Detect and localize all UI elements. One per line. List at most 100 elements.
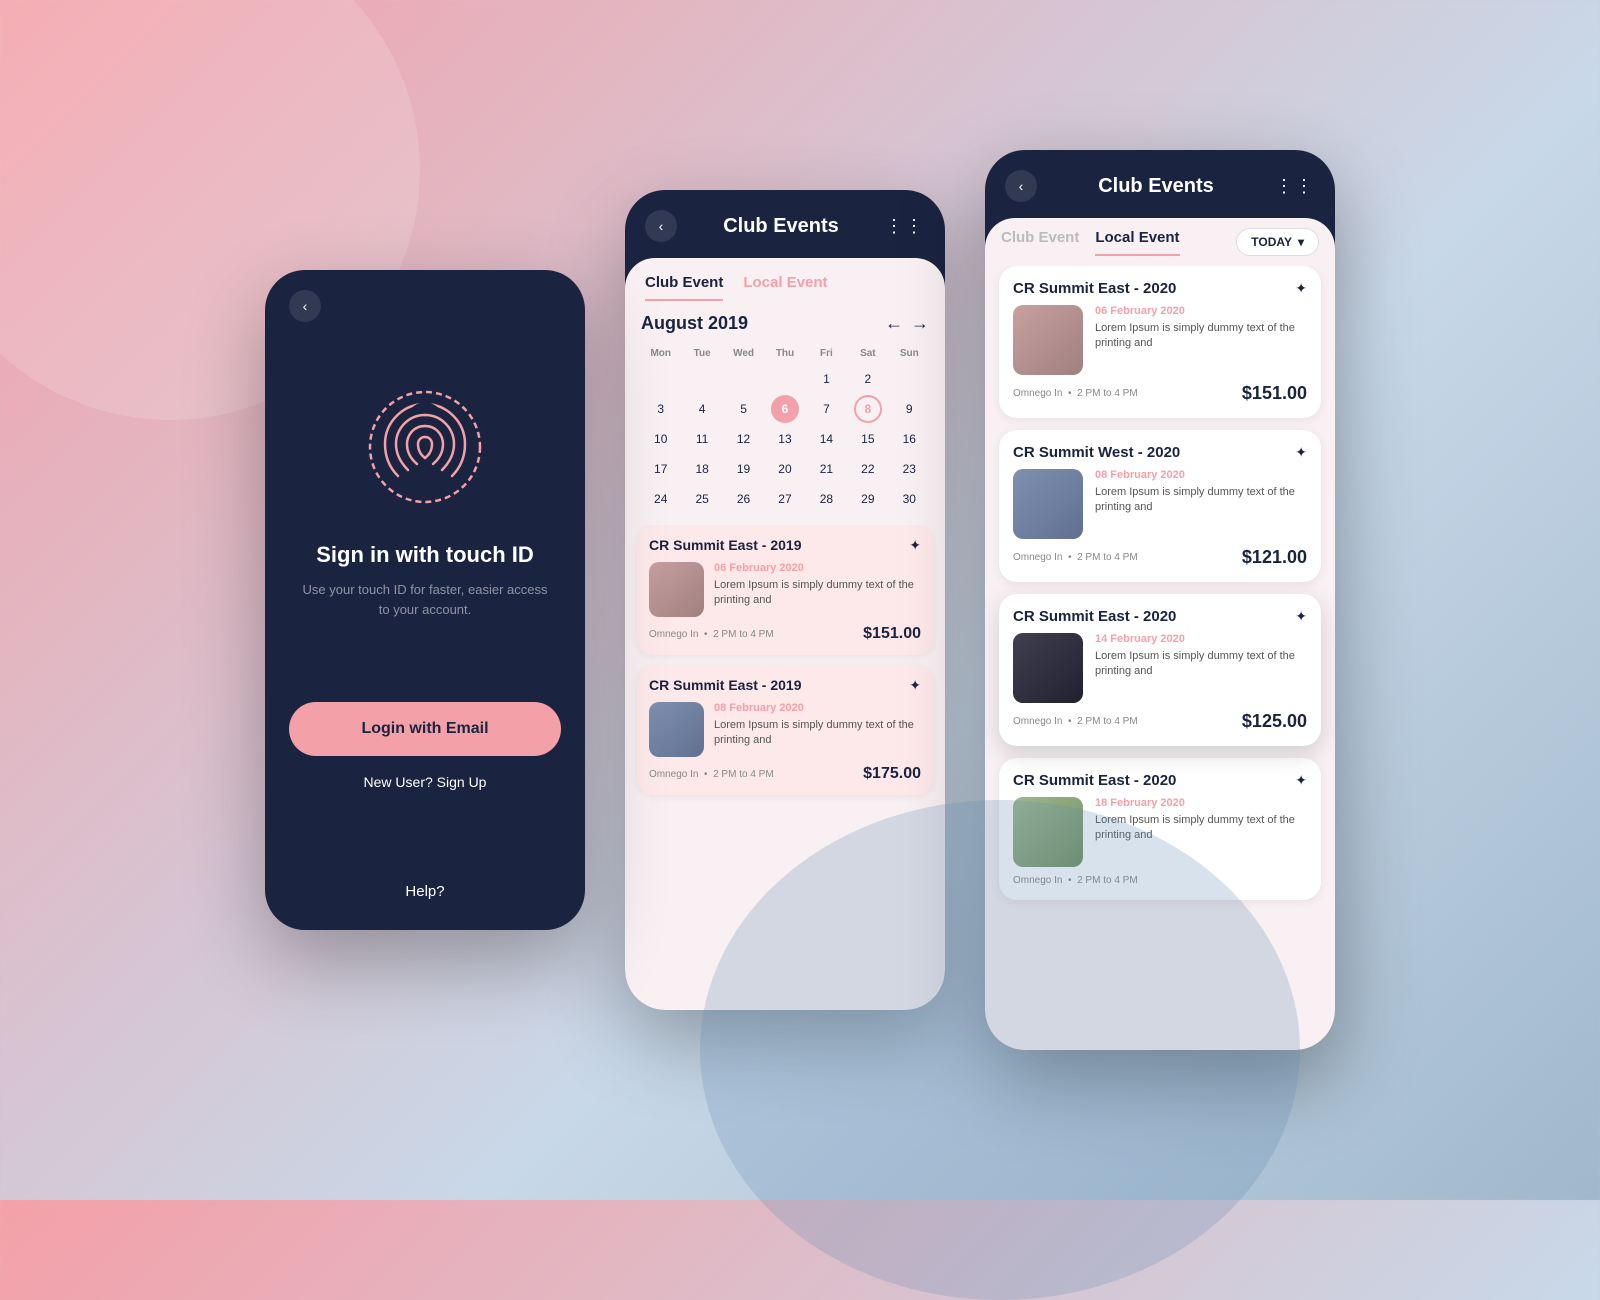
- cal-day-27[interactable]: 27: [771, 485, 799, 513]
- cal-day-12[interactable]: 12: [730, 425, 758, 453]
- day-label-thu: Thu: [765, 344, 804, 363]
- events-item-2-body: 08 February 2020 Lorem Ipsum is simply d…: [1013, 469, 1307, 539]
- events-back-button[interactable]: ‹: [1005, 170, 1037, 202]
- events-list-item-1[interactable]: CR Summit East - 2020 ✦ 06 February 2020…: [999, 266, 1321, 418]
- cal-day-18[interactable]: 18: [688, 455, 716, 483]
- phone-events: ‹ Club Events ⋮⋮ Club Event Local Event …: [985, 150, 1335, 1050]
- event-2-title: CR Summit East - 2019: [649, 677, 802, 693]
- cal-day-16[interactable]: 16: [895, 425, 923, 453]
- cal-day-28[interactable]: 28: [812, 485, 840, 513]
- calendar-section: August 2019 ← → Mon Tue Wed Thu Fri Sat …: [625, 301, 945, 525]
- events-item-2-venue: Omnego In • 2 PM to 4 PM: [1013, 552, 1138, 563]
- cal-day-29[interactable]: 29: [854, 485, 882, 513]
- events-item-3-star-icon[interactable]: ✦: [1295, 608, 1307, 625]
- cal-day-11[interactable]: 11: [688, 425, 716, 453]
- day-label-mon: Mon: [641, 344, 680, 363]
- cal-day-2[interactable]: 2: [854, 365, 882, 393]
- cal-day-13[interactable]: 13: [771, 425, 799, 453]
- event-1-details: 06 February 2020 Lorem Ipsum is simply d…: [714, 562, 921, 617]
- cal-day-9[interactable]: 9: [895, 395, 923, 423]
- cal-day-14[interactable]: 14: [812, 425, 840, 453]
- cal-day-5[interactable]: 5: [730, 395, 758, 423]
- events-dots-icon[interactable]: ⋮⋮: [1275, 176, 1315, 197]
- events-item-2-star-icon[interactable]: ✦: [1295, 444, 1307, 461]
- cal-empty-1: [647, 365, 675, 393]
- back-button[interactable]: ‹: [289, 290, 321, 322]
- events-item-4-desc: Lorem Ipsum is simply dummy text of the …: [1095, 813, 1307, 844]
- new-user-link[interactable]: New User? Sign Up: [364, 774, 487, 790]
- calendar-title: Club Events: [723, 215, 839, 238]
- calendar-month-row: August 2019 ← →: [641, 313, 929, 334]
- events-tabs: Club Event Local Event: [1001, 229, 1180, 256]
- day-label-wed: Wed: [724, 344, 763, 363]
- events-item-1-header: CR Summit East - 2020 ✦: [1013, 280, 1307, 297]
- events-content: Club Event Local Event TODAY ▾ CR Summit…: [985, 218, 1335, 1050]
- cal-day-25[interactable]: 25: [688, 485, 716, 513]
- events-item-2-desc: Lorem Ipsum is simply dummy text of the …: [1095, 485, 1307, 516]
- cal-day-17[interactable]: 17: [647, 455, 675, 483]
- events-item-1-star-icon[interactable]: ✦: [1295, 280, 1307, 297]
- event-2-desc: Lorem Ipsum is simply dummy text of the …: [714, 718, 921, 749]
- calendar-dots-icon[interactable]: ⋮⋮: [885, 216, 925, 237]
- events-item-4-star-icon[interactable]: ✦: [1295, 772, 1307, 789]
- cal-day-4[interactable]: 4: [688, 395, 716, 423]
- calendar-event-2[interactable]: CR Summit East - 2019 ✦ 08 February 2020…: [637, 665, 933, 795]
- events-item-3-price: $125.00: [1242, 711, 1307, 732]
- calendar-next-button[interactable]: →: [911, 313, 929, 334]
- events-top-bar: ‹ Club Events ⋮⋮: [985, 150, 1335, 218]
- tab-local-event[interactable]: Local Event: [743, 274, 827, 301]
- cal-day-15[interactable]: 15: [854, 425, 882, 453]
- event-1-price: $151.00: [863, 625, 921, 643]
- cal-day-6[interactable]: 6: [771, 395, 799, 423]
- event-2-body: 08 February 2020 Lorem Ipsum is simply d…: [649, 702, 921, 757]
- cal-day-26[interactable]: 26: [730, 485, 758, 513]
- events-tabs-row: Club Event Local Event TODAY ▾: [985, 228, 1335, 266]
- event-2-image: [649, 702, 704, 757]
- events-item-2-image: [1013, 469, 1083, 539]
- phone-calendar: ‹ Club Events ⋮⋮ Club Event Local Event …: [625, 190, 945, 1010]
- events-list-item-4[interactable]: CR Summit East - 2020 ✦ 18 February 2020…: [999, 758, 1321, 900]
- events-item-3-date: 14 February 2020: [1095, 633, 1307, 645]
- cal-day-3[interactable]: 3: [647, 395, 675, 423]
- events-item-2-price: $121.00: [1242, 547, 1307, 568]
- cal-day-22[interactable]: 22: [854, 455, 882, 483]
- event-1-venue: Omnego In • 2 PM to 4 PM: [649, 629, 774, 640]
- chevron-down-icon: ▾: [1298, 235, 1304, 249]
- cal-day-23[interactable]: 23: [895, 455, 923, 483]
- event-1-body: 06 February 2020 Lorem Ipsum is simply d…: [649, 562, 921, 617]
- events-tab-local[interactable]: Local Event: [1095, 229, 1179, 256]
- login-email-button[interactable]: Login with Email: [289, 702, 561, 756]
- events-item-2-header: CR Summit West - 2020 ✦: [1013, 444, 1307, 461]
- cal-day-24[interactable]: 24: [647, 485, 675, 513]
- events-item-1-image: [1013, 305, 1083, 375]
- events-tab-club[interactable]: Club Event: [1001, 229, 1079, 256]
- calendar-back-button[interactable]: ‹: [645, 210, 677, 242]
- events-item-1-title: CR Summit East - 2020: [1013, 280, 1176, 297]
- cal-day-30[interactable]: 30: [895, 485, 923, 513]
- event-1-image: [649, 562, 704, 617]
- events-item-4-image: [1013, 797, 1083, 867]
- sign-in-title: Sign in with touch ID: [316, 542, 534, 568]
- help-link[interactable]: Help?: [405, 883, 444, 900]
- tab-club-event[interactable]: Club Event: [645, 274, 723, 301]
- events-item-3-image: [1013, 633, 1083, 703]
- cal-day-7[interactable]: 7: [812, 395, 840, 423]
- calendar-prev-button[interactable]: ←: [885, 313, 903, 334]
- cal-day-19[interactable]: 19: [730, 455, 758, 483]
- login-header: ‹: [289, 290, 561, 322]
- cal-day-1[interactable]: 1: [812, 365, 840, 393]
- events-item-3-header: CR Summit East - 2020 ✦: [1013, 608, 1307, 625]
- cal-day-8[interactable]: 8: [854, 395, 882, 423]
- event-2-date: 08 February 2020: [714, 702, 921, 714]
- cal-day-21[interactable]: 21: [812, 455, 840, 483]
- events-list-item-2[interactable]: CR Summit West - 2020 ✦ 08 February 2020…: [999, 430, 1321, 582]
- event-1-star-icon[interactable]: ✦: [909, 537, 921, 554]
- events-item-4-title: CR Summit East - 2020: [1013, 772, 1176, 789]
- calendar-event-1[interactable]: CR Summit East - 2019 ✦ 06 February 2020…: [637, 525, 933, 655]
- events-list-item-3[interactable]: CR Summit East - 2020 ✦ 14 February 2020…: [999, 594, 1321, 746]
- cal-day-20[interactable]: 20: [771, 455, 799, 483]
- cal-day-10[interactable]: 10: [647, 425, 675, 453]
- events-item-4-footer: Omnego In • 2 PM to 4 PM: [1013, 875, 1307, 886]
- event-2-star-icon[interactable]: ✦: [909, 677, 921, 694]
- today-filter-button[interactable]: TODAY ▾: [1236, 228, 1319, 256]
